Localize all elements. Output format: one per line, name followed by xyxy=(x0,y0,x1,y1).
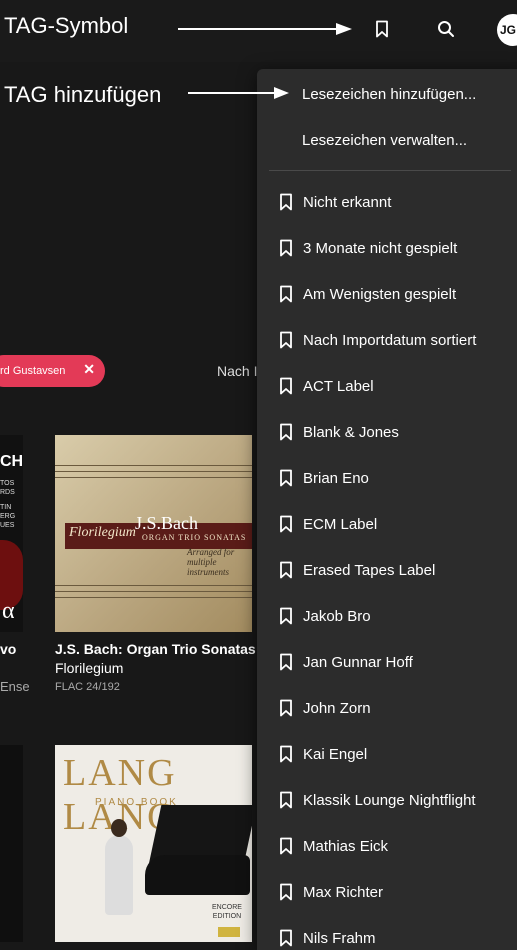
bookmark-icon xyxy=(279,837,293,855)
bookmark-icon xyxy=(376,20,388,38)
menu-divider xyxy=(269,170,511,171)
album-cover[interactable]: LANG LANG PIANO BOOK ENCORE EDITION xyxy=(55,745,252,942)
alpha-logo: α xyxy=(2,598,15,624)
bookmark-item[interactable]: Kai Engel xyxy=(257,734,517,774)
add-bookmark-item[interactable]: Lesezeichen hinzufügen... xyxy=(257,74,517,114)
bookmark-label: Max Richter xyxy=(303,883,384,901)
bookmark-item[interactable]: Jakob Bro xyxy=(257,596,517,636)
bookmark-item[interactable]: ACT Label xyxy=(257,366,517,406)
cover-badge: ENCORE EDITION xyxy=(212,904,242,920)
bookmark-label: Jan Gunnar Hoff xyxy=(303,653,413,671)
bookmark-item[interactable]: Klassik Lounge Nightflight xyxy=(257,780,517,820)
album-cover[interactable]: Florilegium J.S.Bach ORGAN TRIO SONATAS … xyxy=(55,435,252,632)
bookmark-label: Klassik Lounge Nightflight xyxy=(303,791,476,809)
bookmark-item[interactable]: Brian Eno xyxy=(257,458,517,498)
bookmark-item[interactable]: Jan Gunnar Hoff xyxy=(257,642,517,682)
bookmark-label: ACT Label xyxy=(303,377,374,395)
cover-label: Florilegium xyxy=(69,525,136,540)
album-title[interactable]: vo xyxy=(0,641,16,657)
album-cover[interactable]: CH TOS RDS TIN ERG UES α xyxy=(0,435,23,632)
bookmark-item[interactable]: Nach Importdatum sortiert xyxy=(257,320,517,360)
bookmark-label: Brian Eno xyxy=(303,469,369,487)
bookmark-label: 3 Monate nicht gespielt xyxy=(303,239,458,257)
chip-label: rd Gustavsen xyxy=(0,365,66,377)
bookmark-icon xyxy=(279,285,293,303)
artist-filter-chip[interactable]: rd Gustavsen ✕ xyxy=(0,355,105,387)
cover-title: J.S.Bach xyxy=(135,513,198,533)
bookmark-icon xyxy=(279,653,293,671)
bookmark-icon xyxy=(279,607,293,625)
bookmark-label: Kai Engel xyxy=(303,745,368,763)
piano-image xyxy=(145,855,250,895)
close-icon[interactable]: ✕ xyxy=(83,361,95,378)
bookmark-item[interactable]: Mathias Eick xyxy=(257,826,517,866)
bookmark-icon xyxy=(279,515,293,533)
bookmark-icon xyxy=(279,699,293,717)
cover-small-text: TOS RDS TIN ERG UES xyxy=(0,480,16,529)
bookmark-label: ECM Label xyxy=(303,515,378,533)
bookmark-label: Nils Frahm xyxy=(303,929,376,947)
annotation-tag-symbol: TAG-Symbol xyxy=(4,13,129,38)
annotation-arrow-icon xyxy=(178,23,352,35)
bookmark-icon xyxy=(279,561,293,579)
bookmark-label: Blank & Jones xyxy=(303,423,399,441)
album-artist: Ense xyxy=(0,679,30,694)
cover-subtitle: ORGAN TRIO SONATAS xyxy=(142,533,247,542)
bookmark-label: Nicht erkannt xyxy=(303,193,392,211)
bookmark-dropdown-menu: Lesezeichen hinzufügen... Lesezeichen ve… xyxy=(257,69,517,950)
bookmark-label: Am Wenigsten gespielt xyxy=(303,285,457,303)
bookmark-item[interactable]: Nils Frahm xyxy=(257,918,517,950)
bookmark-icon xyxy=(279,423,293,441)
bookmark-button[interactable] xyxy=(367,14,397,44)
bookmark-item[interactable]: 3 Monate nicht gespielt xyxy=(257,228,517,268)
bookmark-item[interactable]: John Zorn xyxy=(257,688,517,728)
album-cover[interactable] xyxy=(0,745,23,942)
annotation-tag-add: TAG hinzufügen xyxy=(4,82,162,107)
bookmark-item[interactable]: Max Richter xyxy=(257,872,517,912)
album-artist: Florilegium xyxy=(55,660,124,676)
bookmark-icon xyxy=(279,377,293,395)
sort-dropdown[interactable]: Nach I xyxy=(217,363,257,379)
bookmark-icon xyxy=(279,929,293,947)
annotation-arrow-icon xyxy=(188,87,289,99)
bookmark-label: Nach Importdatum sortiert xyxy=(303,331,477,349)
cover-text: CH xyxy=(0,453,23,470)
bookmark-item[interactable]: Erased Tapes Label xyxy=(257,550,517,590)
bookmark-icon xyxy=(279,883,293,901)
album-title[interactable]: J.S. Bach: Organ Trio Sonatas xyxy=(55,641,256,657)
search-button[interactable] xyxy=(431,14,461,44)
bookmark-icon xyxy=(279,791,293,809)
bookmark-label: Erased Tapes Label xyxy=(303,561,436,579)
bookmark-item[interactable]: Blank & Jones xyxy=(257,412,517,452)
bookmark-icon xyxy=(279,745,293,763)
album-format: FLAC 24/192 xyxy=(55,681,120,693)
label-logo xyxy=(218,927,240,937)
cover-note: Arranged for multiple instruments xyxy=(187,547,235,577)
bookmark-label: John Zorn xyxy=(303,699,371,717)
bookmark-item[interactable]: Nicht erkannt xyxy=(257,182,517,222)
bookmark-item[interactable]: ECM Label xyxy=(257,504,517,544)
bookmark-icon xyxy=(279,239,293,257)
bookmark-label: Mathias Eick xyxy=(303,837,389,855)
manage-bookmarks-item[interactable]: Lesezeichen verwalten... xyxy=(257,120,517,160)
search-icon xyxy=(438,21,454,37)
bookmark-icon xyxy=(279,331,293,349)
bookmark-icon xyxy=(279,469,293,487)
bookmark-item[interactable]: Am Wenigsten gespielt xyxy=(257,274,517,314)
bookmark-icon xyxy=(279,193,293,211)
bookmark-label: Jakob Bro xyxy=(303,607,371,625)
